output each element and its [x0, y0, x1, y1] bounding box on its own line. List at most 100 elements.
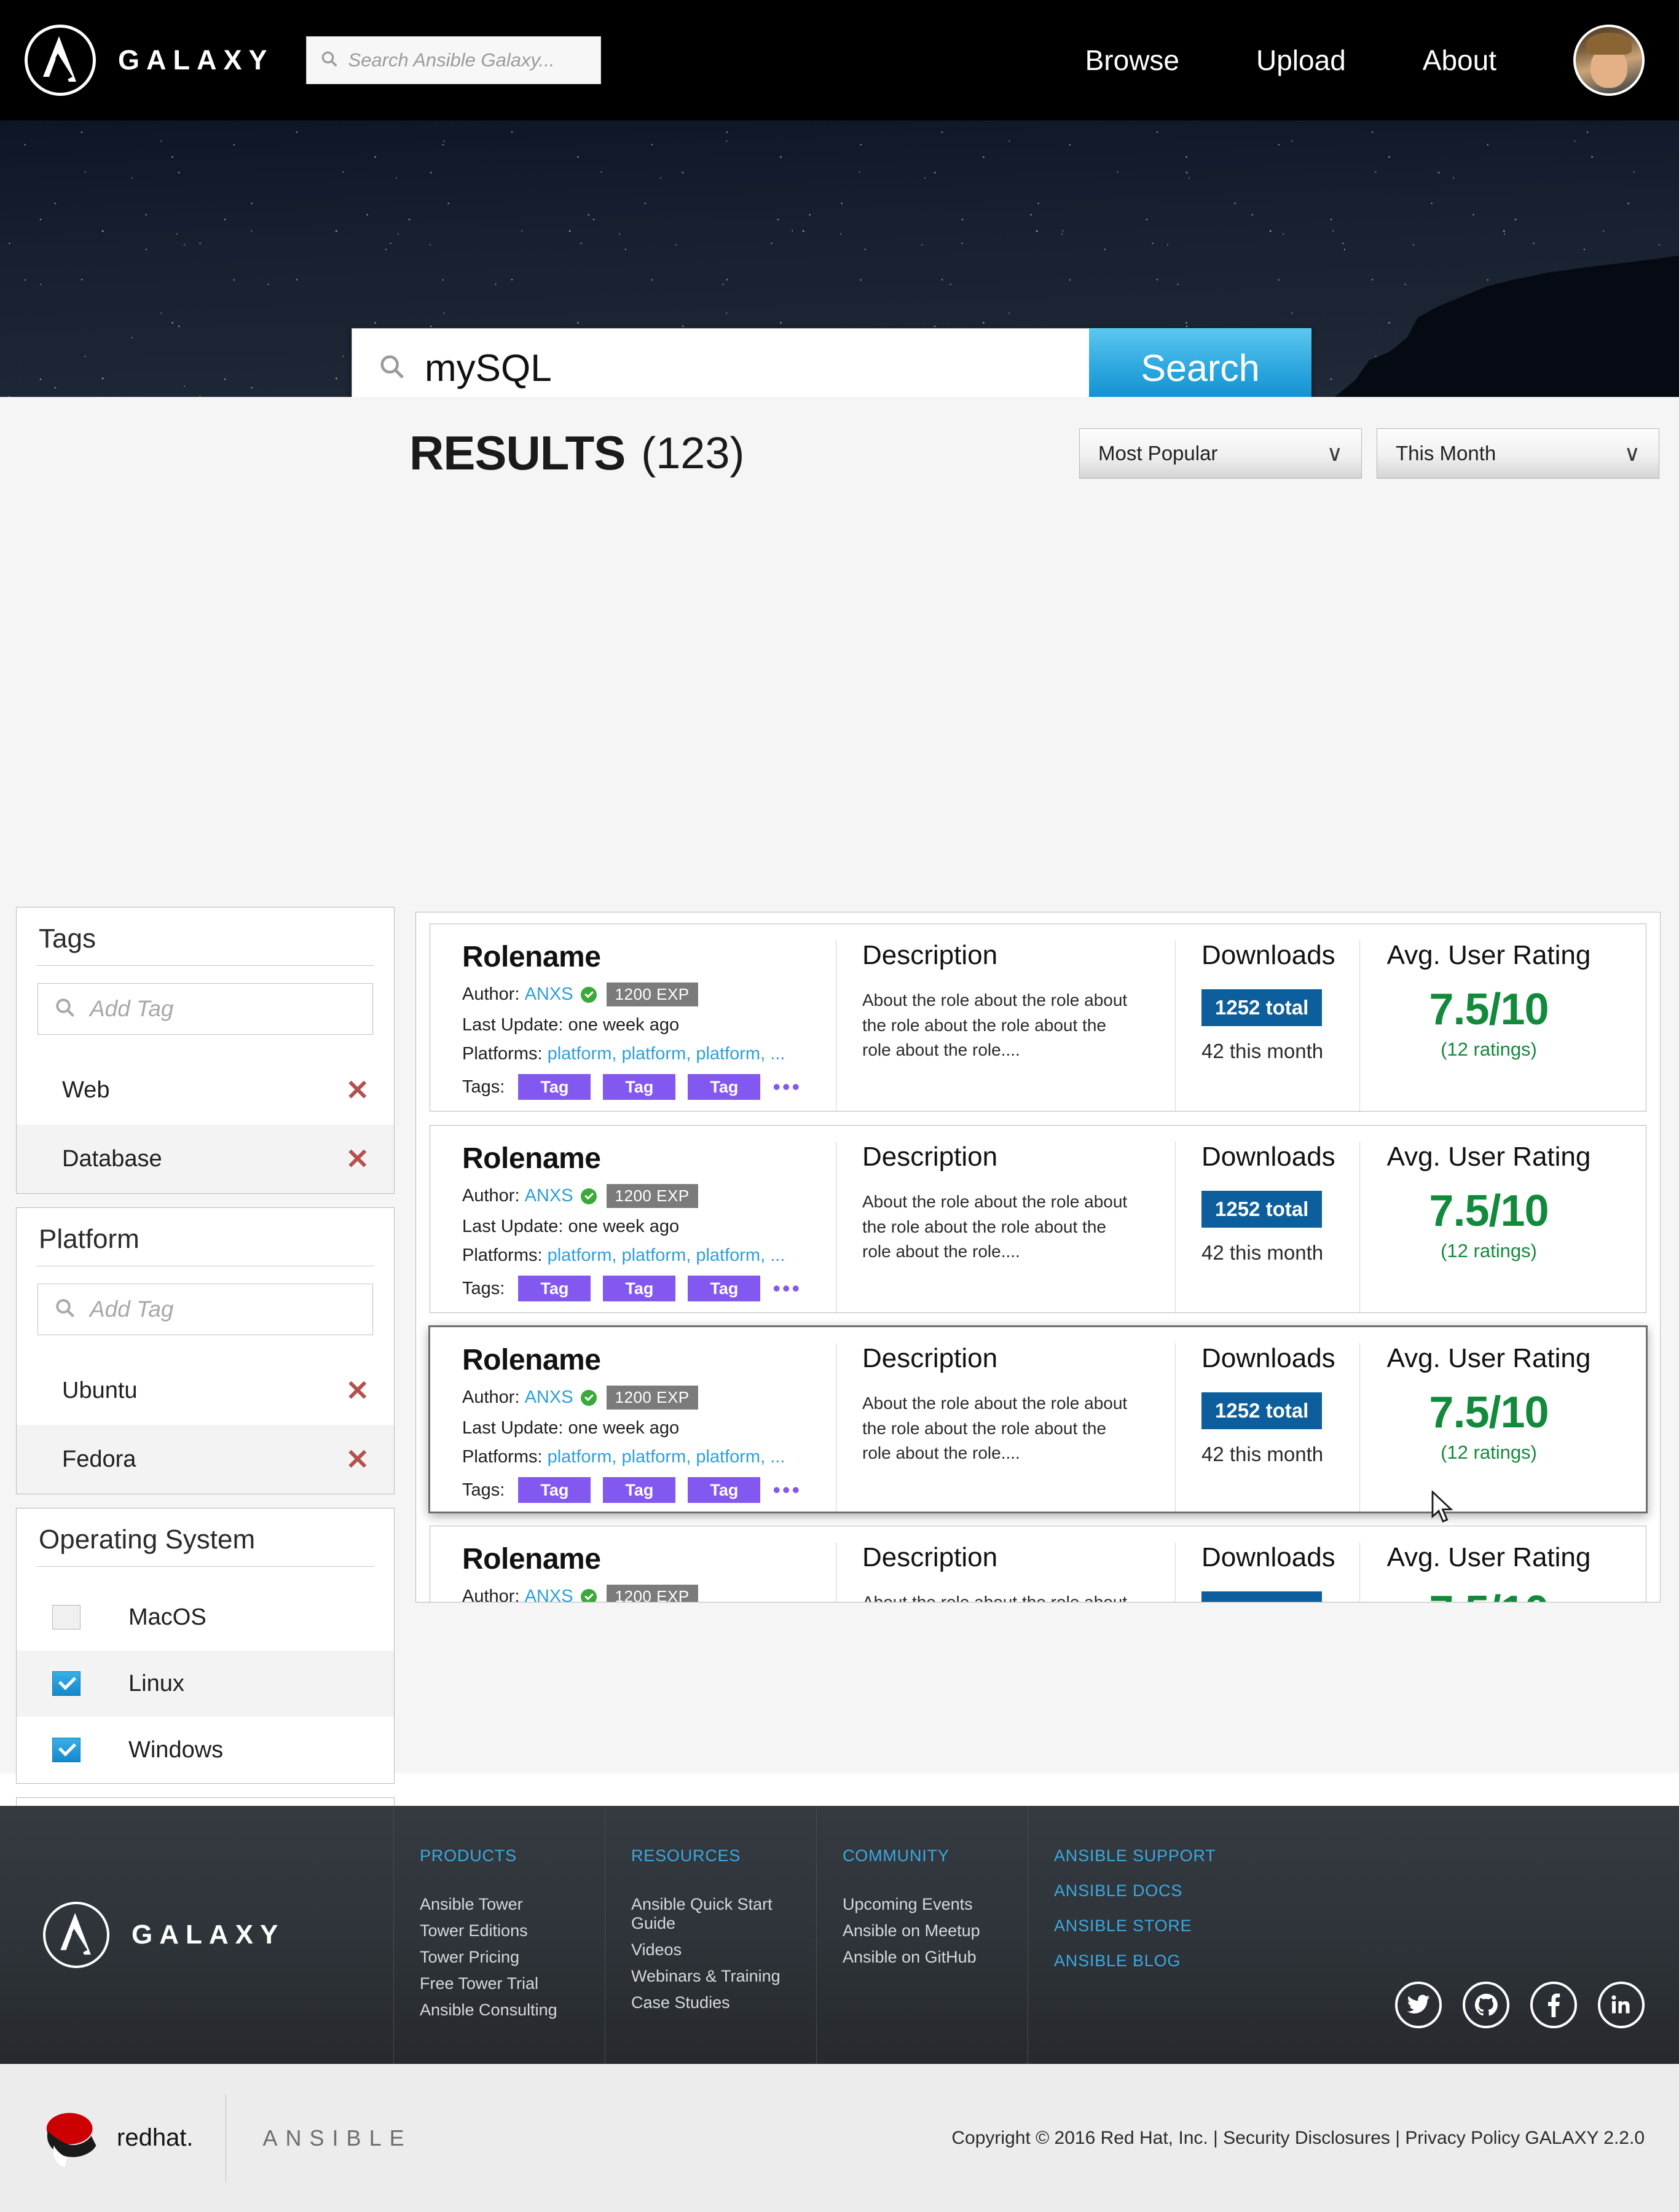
author-label: Author:: [462, 1586, 520, 1602]
github-icon[interactable]: [1463, 1982, 1509, 2028]
footer-link[interactable]: Case Studies: [631, 1993, 816, 2012]
checkbox-row-linux[interactable]: Linux: [17, 1650, 394, 1717]
hero-search-value: mySQL: [425, 347, 552, 390]
checkbox-macos[interactable]: [52, 1605, 81, 1630]
footer-link[interactable]: Ansible on GitHub: [843, 1948, 1028, 1967]
tags-line: Tags: Tag Tag Tag •••: [462, 1477, 836, 1503]
downloads-header: Downloads: [1201, 1142, 1335, 1172]
footer-link[interactable]: Ansible on Meetup: [843, 1921, 1028, 1940]
footer-quick-link-ansible-blog[interactable]: ANSIBLE BLOG: [1054, 1951, 1239, 1971]
tag-pill[interactable]: Tag: [688, 1276, 761, 1301]
hero-search-input[interactable]: mySQL: [352, 328, 1089, 397]
role-name[interactable]: Rolename: [462, 1542, 836, 1576]
nav-link-browse[interactable]: Browse: [1085, 44, 1179, 77]
more-tags-icon[interactable]: •••: [773, 1076, 801, 1098]
filter-item-web[interactable]: Web ✕: [17, 1056, 394, 1124]
role-name[interactable]: Rolename: [462, 940, 836, 974]
filter-label: Fedora: [62, 1446, 136, 1472]
filter-item-ubuntu[interactable]: Ubuntu ✕: [17, 1356, 394, 1425]
description-text: About the role about the role about the …: [862, 1394, 1128, 1463]
platform-add-input[interactable]: Add Tag: [37, 1284, 373, 1335]
checkbox-row-macos[interactable]: MacOS: [17, 1584, 394, 1650]
filter-item-fedora[interactable]: Fedora ✕: [17, 1425, 394, 1494]
checkbox-windows[interactable]: [52, 1738, 81, 1762]
footer-link[interactable]: Upcoming Events: [843, 1895, 1028, 1914]
nav-link-upload[interactable]: Upload: [1256, 44, 1346, 77]
results-header: RESULTS (123) Most Popular ∨ This Month …: [0, 397, 1679, 481]
author-link[interactable]: ANXS: [525, 984, 573, 1005]
remove-filter-icon[interactable]: ✕: [345, 1445, 369, 1473]
tag-pill[interactable]: Tag: [518, 1276, 591, 1301]
experience-badge: 1200 EXP: [606, 1386, 698, 1410]
footer-quick-link-ansible-support[interactable]: ANSIBLE SUPPORT: [1054, 1846, 1239, 1865]
author-link[interactable]: ANXS: [525, 1387, 573, 1408]
footer-link[interactable]: Ansible Consulting: [420, 2001, 605, 2020]
tag-pill[interactable]: Tag: [518, 1074, 591, 1100]
result-card[interactable]: RolenameAuthor: ANXS1200 EXPLast Update:…: [430, 1125, 1646, 1313]
nav-link-about[interactable]: About: [1423, 44, 1496, 77]
author-link[interactable]: ANXS: [525, 1186, 573, 1206]
footer-link[interactable]: Videos: [631, 1940, 816, 1959]
main-content: RESULTS (123) Most Popular ∨ This Month …: [0, 397, 1679, 2073]
role-name[interactable]: Rolename: [462, 1343, 836, 1377]
footer-link[interactable]: Free Tower Trial: [420, 1974, 605, 1993]
footer-quick-link-ansible-store[interactable]: ANSIBLE STORE: [1054, 1916, 1239, 1936]
description-text: About the role about the role about the …: [862, 1593, 1128, 1602]
tags-add-input[interactable]: Add Tag: [37, 983, 373, 1035]
remove-filter-icon[interactable]: ✕: [345, 1076, 369, 1104]
checkbox-row-windows[interactable]: Windows: [17, 1717, 394, 1783]
sort-by-select[interactable]: Most Popular ∨: [1079, 428, 1362, 479]
platforms-value[interactable]: platform, platform, platform, ...: [548, 1044, 785, 1064]
time-range-select[interactable]: This Month ∨: [1377, 428, 1659, 479]
footer-link[interactable]: Ansible Quick Start Guide: [631, 1895, 816, 1933]
last-update-line: Last Update: one week ago: [462, 1418, 836, 1438]
result-card[interactable]: RolenameAuthor: ANXS1200 EXPLast Update:…: [428, 1325, 1648, 1513]
hero-search-button[interactable]: Search: [1089, 328, 1311, 397]
footer-quick-link-ansible-docs[interactable]: ANSIBLE DOCS: [1054, 1881, 1239, 1900]
chevron-down-icon: ∨: [1624, 440, 1640, 466]
tag-pill[interactable]: Tag: [603, 1276, 676, 1301]
user-avatar[interactable]: [1573, 25, 1645, 96]
checkbox-linux[interactable]: [52, 1671, 81, 1696]
more-tags-icon[interactable]: •••: [773, 1277, 801, 1300]
brand-logo[interactable]: GALAXY: [25, 25, 274, 96]
checkbox-label: Linux: [128, 1670, 184, 1696]
remove-filter-icon[interactable]: ✕: [345, 1376, 369, 1405]
result-card[interactable]: RolenameAuthor: ANXS1200 EXPLast Update:…: [430, 1526, 1646, 1602]
rating-value: 7.5/10: [1429, 1388, 1549, 1437]
footer-heading-resources: RESOURCES: [631, 1846, 741, 1865]
tag-pill[interactable]: Tag: [603, 1477, 676, 1503]
platforms-value[interactable]: platform, platform, platform, ...: [548, 1245, 785, 1266]
footer-link[interactable]: Tower Pricing: [420, 1948, 605, 1967]
tag-pill[interactable]: Tag: [688, 1477, 761, 1503]
result-card[interactable]: RolenameAuthor: ANXS1200 EXPLast Update:…: [430, 924, 1646, 1112]
platforms-value[interactable]: platform, platform, platform, ...: [548, 1447, 785, 1467]
footer-link[interactable]: Webinars & Training: [631, 1967, 816, 1986]
linkedin-icon[interactable]: [1598, 1982, 1645, 2028]
redhat-logo: redhat.: [38, 2104, 194, 2172]
redhat-hat: hat.: [152, 2124, 194, 2151]
tag-pill[interactable]: Tag: [603, 1074, 676, 1100]
nav-search-placeholder: Search Ansible Galaxy...: [348, 49, 555, 71]
footer-link[interactable]: Ansible Tower: [420, 1895, 605, 1914]
nav-search-input[interactable]: Search Ansible Galaxy...: [305, 36, 601, 84]
tag-pill[interactable]: Tag: [518, 1477, 591, 1503]
footer-link[interactable]: Tower Editions: [420, 1921, 605, 1940]
search-icon: [54, 997, 76, 1022]
platform-add-placeholder: Add Tag: [90, 1296, 174, 1322]
remove-filter-icon[interactable]: ✕: [345, 1145, 369, 1173]
facebook-icon[interactable]: [1530, 1982, 1577, 2028]
filter-item-database[interactable]: Database ✕: [17, 1124, 394, 1193]
tag-pill[interactable]: Tag: [688, 1074, 761, 1100]
author-link[interactable]: ANXS: [525, 1586, 573, 1602]
rating-value: 7.5/10: [1429, 985, 1549, 1034]
role-name[interactable]: Rolename: [462, 1142, 836, 1175]
footer-brand[interactable]: GALAXY: [0, 1806, 393, 2064]
sort-controls: Most Popular ∨ This Month ∨: [1079, 428, 1659, 479]
more-tags-icon[interactable]: •••: [773, 1479, 801, 1501]
platforms-label: Platforms:: [462, 1447, 543, 1467]
rating-header: Avg. User Rating: [1386, 1142, 1591, 1172]
experience-badge: 1200 EXP: [606, 1184, 698, 1208]
twitter-icon[interactable]: [1395, 1982, 1442, 2028]
author-line: Author: ANXS 1200 EXP: [462, 1585, 836, 1602]
